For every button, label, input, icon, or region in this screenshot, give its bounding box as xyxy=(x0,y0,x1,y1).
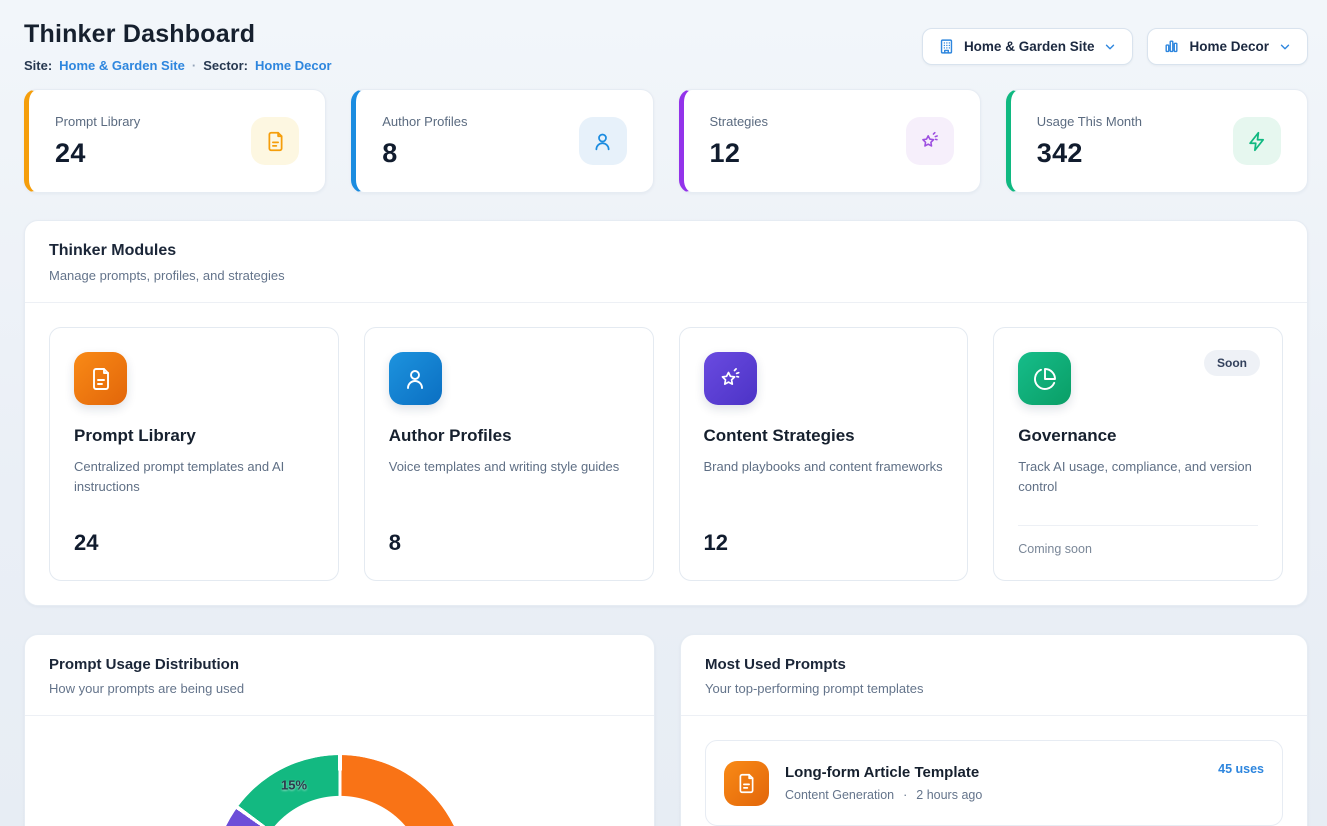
stat-text: Usage This Month 342 xyxy=(1037,114,1142,169)
stat-card-strategies: Strategies 12 xyxy=(679,89,981,193)
module-card-governance[interactable]: Soon Governance Track AI usage, complian… xyxy=(993,327,1283,581)
prompt-info: Long-form Article Template Content Gener… xyxy=(785,764,1202,802)
module-description: Track AI usage, compliance, and version … xyxy=(1018,457,1258,497)
usage-header: Prompt Usage Distribution How your promp… xyxy=(25,635,654,715)
site-label: Site: xyxy=(24,58,52,73)
stat-text: Author Profiles 8 xyxy=(382,114,467,169)
divider xyxy=(681,715,1307,716)
person-icon xyxy=(579,117,627,165)
page-header: Thinker Dashboard Site: Home & Garden Si… xyxy=(24,20,1308,73)
document-icon xyxy=(251,117,299,165)
stat-text: Strategies 12 xyxy=(710,114,769,169)
coming-soon-text: Coming soon xyxy=(1018,542,1258,556)
meta-separator: · xyxy=(192,58,196,73)
stat-card-usage: Usage This Month 342 xyxy=(1006,89,1308,193)
usage-chart-area: 15% xyxy=(25,716,654,826)
module-count: 24 xyxy=(74,530,314,556)
stats-row: Prompt Library 24 Author Profiles 8 Stra… xyxy=(24,89,1308,193)
stat-text: Prompt Library 24 xyxy=(55,114,140,169)
divider xyxy=(1018,525,1258,526)
soon-badge: Soon xyxy=(1204,350,1260,376)
module-title: Author Profiles xyxy=(389,426,629,446)
stat-value: 12 xyxy=(710,138,769,169)
module-card-prompt-library[interactable]: Prompt Library Centralized prompt templa… xyxy=(49,327,339,581)
prompt-title: Long-form Article Template xyxy=(785,764,1202,781)
donut-segment-label: 15% xyxy=(281,778,307,793)
page-title: Thinker Dashboard xyxy=(24,20,332,49)
lightning-icon xyxy=(1233,117,1281,165)
usage-donut xyxy=(213,755,467,826)
site-link[interactable]: Home & Garden Site xyxy=(59,58,185,73)
chevron-down-icon xyxy=(1103,40,1117,54)
module-footer: Coming soon xyxy=(1018,525,1258,556)
module-description: Voice templates and writing style guides xyxy=(389,457,629,477)
module-description: Brand playbooks and content frameworks xyxy=(704,457,944,477)
modules-header: Thinker Modules Manage prompts, profiles… xyxy=(25,221,1307,302)
sector-link[interactable]: Home Decor xyxy=(255,58,332,73)
building-icon xyxy=(938,38,955,55)
module-count: 12 xyxy=(704,530,944,556)
stat-card-prompt-library: Prompt Library 24 xyxy=(24,89,326,193)
stat-value: 24 xyxy=(55,138,140,169)
dashboard-page: Thinker Dashboard Site: Home & Garden Si… xyxy=(0,0,1327,826)
pie-chart-icon xyxy=(1018,352,1071,405)
header-selectors: Home & Garden Site Home Decor xyxy=(922,28,1308,65)
usage-subtitle: How your prompts are being used xyxy=(49,681,630,696)
most-used-prompts-panel: Most Used Prompts Your top-performing pr… xyxy=(680,634,1308,826)
prompt-uses-badge: 45 uses xyxy=(1218,762,1264,776)
usage-title: Prompt Usage Distribution xyxy=(49,656,630,673)
sector-selector-button[interactable]: Home Decor xyxy=(1147,28,1308,65)
star-icon xyxy=(704,352,757,405)
stat-label: Prompt Library xyxy=(55,114,140,129)
stat-label: Strategies xyxy=(710,114,769,129)
star-icon xyxy=(906,117,954,165)
module-title: Content Strategies xyxy=(704,426,944,446)
prompt-category: Content Generation xyxy=(785,788,894,802)
module-card-author-profiles[interactable]: Author Profiles Voice templates and writ… xyxy=(364,327,654,581)
header-left: Thinker Dashboard Site: Home & Garden Si… xyxy=(24,20,332,73)
prompt-time: 2 hours ago xyxy=(916,788,982,802)
prompts-title: Most Used Prompts xyxy=(705,656,1283,673)
stat-value: 8 xyxy=(382,138,467,169)
document-icon xyxy=(724,761,769,806)
module-title: Prompt Library xyxy=(74,426,314,446)
module-count: 8 xyxy=(389,530,629,556)
prompt-meta: Content Generation · 2 hours ago xyxy=(785,788,1202,802)
chevron-down-icon xyxy=(1278,40,1292,54)
bottom-row: Prompt Usage Distribution How your promp… xyxy=(24,634,1308,826)
stat-card-author-profiles: Author Profiles 8 xyxy=(351,89,653,193)
sector-selector-label: Home Decor xyxy=(1189,39,1269,54)
prompts-subtitle: Your top-performing prompt templates xyxy=(705,681,1283,696)
stat-label: Usage This Month xyxy=(1037,114,1142,129)
person-icon xyxy=(389,352,442,405)
sector-label: Sector: xyxy=(203,58,248,73)
breadcrumb: Site: Home & Garden Site · Sector: Home … xyxy=(24,58,332,73)
prompt-list-item[interactable]: Long-form Article Template Content Gener… xyxy=(705,740,1283,826)
site-selector-label: Home & Garden Site xyxy=(964,39,1095,54)
site-selector-button[interactable]: Home & Garden Site xyxy=(922,28,1134,65)
usage-distribution-panel: Prompt Usage Distribution How your promp… xyxy=(24,634,655,826)
prompts-header: Most Used Prompts Your top-performing pr… xyxy=(681,635,1307,715)
thinker-modules-panel: Thinker Modules Manage prompts, profiles… xyxy=(24,220,1308,606)
stat-label: Author Profiles xyxy=(382,114,467,129)
modules-title: Thinker Modules xyxy=(49,242,1283,260)
meta-separator: · xyxy=(903,788,907,802)
module-card-content-strategies[interactable]: Content Strategies Brand playbooks and c… xyxy=(679,327,969,581)
bar-chart-icon xyxy=(1163,38,1180,55)
modules-grid: Prompt Library Centralized prompt templa… xyxy=(25,303,1307,605)
module-description: Centralized prompt templates and AI inst… xyxy=(74,457,314,497)
stat-value: 342 xyxy=(1037,138,1142,169)
module-title: Governance xyxy=(1018,426,1258,446)
document-icon xyxy=(74,352,127,405)
modules-subtitle: Manage prompts, profiles, and strategies xyxy=(49,268,1283,283)
